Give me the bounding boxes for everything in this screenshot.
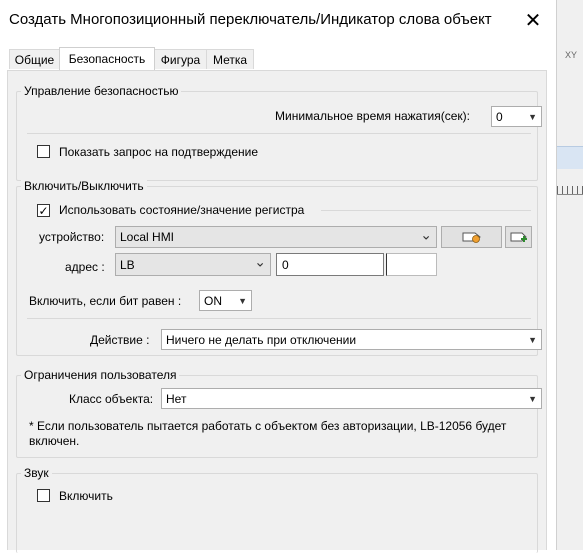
check-icon: ✓ (38, 203, 49, 218)
use-register-label[interactable]: Использовать состояние/значение регистра (59, 203, 304, 217)
dropdown-arrow-icon: ▼ (528, 111, 537, 122)
enable-group-label: Включить/Выключить (21, 179, 147, 193)
min-press-time-select[interactable]: 0 ▼ (491, 106, 542, 127)
address-type-select[interactable]: LB ⌄ (115, 253, 271, 276)
title-bar: Создать Многопозиционный переключатель/И… (0, 0, 556, 40)
dropdown-arrow-icon: ▼ (528, 393, 537, 404)
add-tag-icon (510, 232, 527, 242)
sound-enable-checkbox[interactable] (37, 489, 50, 502)
object-class-select[interactable]: Нет ▼ (161, 388, 542, 409)
security-group-label: Управление безопасностью (21, 84, 182, 98)
divider (27, 133, 531, 134)
background-window-strip: XY (557, 0, 583, 550)
tag-settings-icon (462, 232, 481, 243)
background-ruler (557, 186, 583, 195)
object-class-value: Нет (166, 391, 187, 406)
user-restrictions-group: Ограничения пользователя Класс объекта: … (16, 368, 542, 458)
action-label: Действие : (90, 333, 150, 347)
confirm-request-checkbox[interactable] (37, 145, 50, 158)
tab-security-label: Безопасность (68, 52, 146, 66)
object-class-label: Класс объекта: (69, 392, 154, 406)
address-label: адрес : (65, 260, 105, 274)
device-value: Local HMI (120, 230, 175, 244)
security-control-group: Управление безопасностью Минимальное вре… (16, 84, 542, 181)
confirm-request-label[interactable]: Показать запрос на подтверждение (59, 145, 258, 159)
address-input-value: 0 (282, 257, 289, 272)
device-select[interactable]: Local HMI ⌄ (115, 226, 437, 248)
sound-enable-label[interactable]: Включить (59, 489, 113, 503)
device-label: устройство: (39, 230, 105, 244)
min-press-time-value: 0 (496, 109, 503, 124)
sound-group-label: Звук (21, 466, 52, 480)
authorization-note: * Если пользователь пытается работать с … (29, 419, 507, 448)
dropdown-arrow-icon: ▼ (238, 295, 247, 306)
close-button[interactable]: ✕ (518, 6, 548, 34)
dialog-title: Создать Многопозиционный переключатель/И… (9, 11, 492, 28)
tab-label[interactable]: Метка (206, 49, 254, 69)
enable-if-bit-select[interactable]: ON ▼ (199, 290, 252, 311)
tab-security[interactable]: Безопасность (59, 47, 155, 70)
background-partial-text: XY (565, 50, 578, 60)
action-value: Ничего не делать при отключении (166, 332, 357, 347)
security-tab-panel: Управление безопасностью Минимальное вре… (7, 70, 547, 553)
tab-shape[interactable]: Фигура (154, 49, 207, 69)
divider (321, 210, 531, 211)
address-type-value: LB (120, 257, 135, 272)
user-group-label: Ограничения пользователя (21, 368, 180, 382)
use-register-checkbox[interactable]: ✓ (37, 204, 50, 217)
device-settings-button[interactable] (441, 226, 502, 248)
address-extra-field[interactable] (386, 253, 437, 276)
enable-disable-group: Включить/Выключить ✓ Использовать состоя… (16, 179, 542, 356)
tab-shape-label: Фигура (160, 52, 201, 67)
min-press-time-label: Минимальное время нажатия(сек): (275, 109, 471, 123)
enable-if-bit-value: ON (204, 293, 222, 308)
enable-if-bit-label: Включить, если бит равен : (29, 294, 182, 308)
add-tag-button[interactable] (505, 226, 532, 248)
address-input[interactable]: 0 (276, 253, 384, 276)
chevron-down-icon: ⌄ (420, 226, 432, 243)
dropdown-arrow-icon: ▼ (528, 334, 537, 345)
create-object-dialog: Создать Многопозиционный переключатель/И… (0, 0, 557, 553)
background-blue-bar (557, 146, 583, 169)
tab-label-label: Метка (212, 52, 248, 67)
tab-general[interactable]: Общие (9, 49, 60, 69)
close-icon: ✕ (524, 9, 542, 32)
sound-group: Звук Включить (16, 466, 538, 553)
divider (27, 318, 531, 319)
tab-general-label: Общие (14, 52, 55, 67)
action-select[interactable]: Ничего не делать при отключении ▼ (161, 329, 542, 350)
chevron-down-icon: ⌄ (254, 253, 266, 270)
